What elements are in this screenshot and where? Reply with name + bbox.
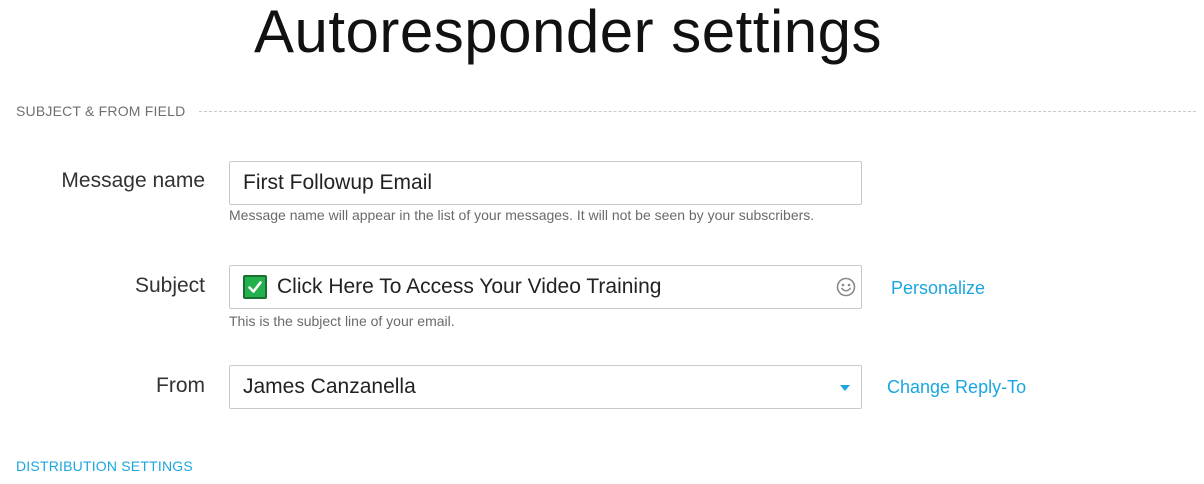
subject-hint: This is the subject line of your email. bbox=[229, 313, 455, 329]
page-title: Autoresponder settings bbox=[253, 0, 883, 65]
section-header-subject-from: SUBJECT & FROM FIELD bbox=[16, 102, 1196, 120]
section-label: SUBJECT & FROM FIELD bbox=[16, 103, 186, 119]
message-name-label: Message name bbox=[61, 169, 205, 192]
smiley-icon[interactable] bbox=[836, 277, 856, 297]
personalize-link[interactable]: Personalize bbox=[891, 278, 985, 299]
message-name-input[interactable]: First Followup Email bbox=[229, 161, 862, 205]
dashed-divider bbox=[199, 110, 1196, 112]
from-selected-value: James Canzanella bbox=[243, 375, 416, 398]
check-mark-emoji-icon bbox=[243, 275, 267, 299]
from-label: From bbox=[156, 374, 205, 397]
message-name-value: First Followup Email bbox=[243, 171, 433, 194]
subject-value: Click Here To Access Your Video Training bbox=[277, 275, 662, 298]
message-name-hint: Message name will appear in the list of … bbox=[229, 207, 815, 223]
change-reply-to-link[interactable]: Change Reply-To bbox=[887, 377, 1026, 398]
subject-label: Subject bbox=[134, 274, 205, 297]
distribution-settings-link[interactable]: DISTRIBUTION SETTINGS bbox=[16, 458, 193, 474]
caret-down-icon bbox=[840, 385, 850, 391]
subject-input[interactable]: Click Here To Access Your Video Training bbox=[229, 265, 862, 309]
from-select[interactable]: James Canzanella bbox=[229, 365, 862, 409]
